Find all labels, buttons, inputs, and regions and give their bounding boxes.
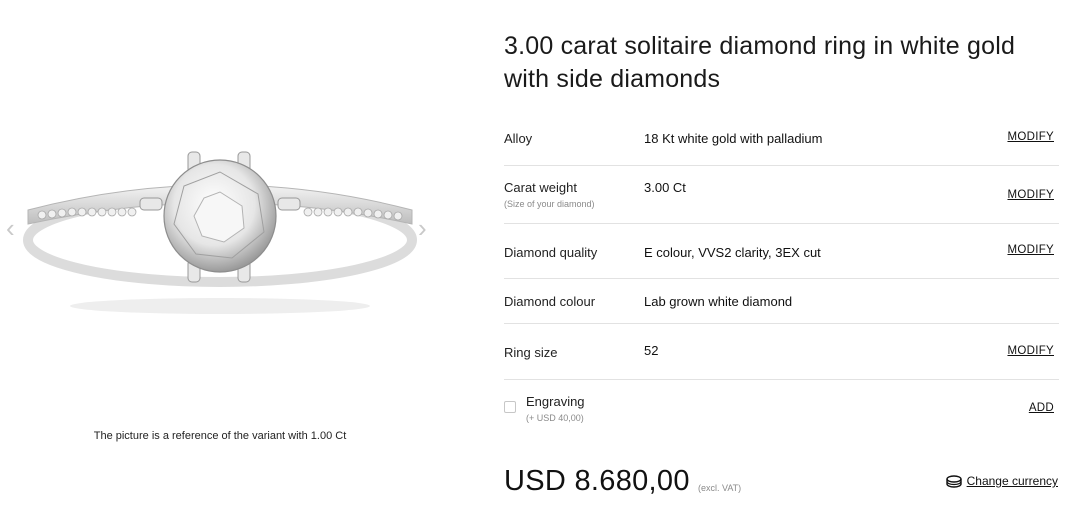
product-title: 3.00 carat solitaire diamond ring in whi… (504, 30, 1059, 96)
modify-ring-size-button[interactable]: MODIFY (1007, 345, 1054, 357)
modify-alloy-button[interactable]: MODIFY (1007, 131, 1054, 143)
title-line-1: 3.00 carat solitaire diamond ring in whi… (504, 32, 1016, 60)
chevron-left-icon[interactable]: ‹ (6, 215, 15, 241)
spec-label: Ring size (504, 345, 558, 360)
image-caption: The picture is a reference of the varian… (93, 430, 347, 442)
engraving-label: Engraving (526, 394, 585, 409)
spec-label: Diamond quality (504, 245, 598, 260)
spec-label: Alloy (504, 131, 533, 146)
spec-label: Carat weight (504, 180, 577, 195)
spec-row-alloy: Alloy 18 Kt white gold with palladium MO… (504, 112, 1059, 166)
spec-row-diamond-quality: Diamond quality E colour, VVS2 clarity, … (504, 224, 1059, 279)
add-engraving-button[interactable]: ADD (1029, 402, 1054, 414)
modify-carat-button[interactable]: MODIFY (1007, 189, 1054, 201)
spec-value: Lab grown white diamond (644, 294, 793, 309)
spec-value: 52 (644, 343, 659, 358)
engraving-checkbox[interactable] (504, 401, 516, 413)
spec-value: 18 Kt white gold with palladium (644, 131, 823, 146)
engraving-row: Engraving (+ USD 40,00) ADD (504, 380, 1059, 438)
chevron-right-icon[interactable]: › (418, 215, 427, 241)
spec-row-diamond-colour: Diamond colour Lab grown white diamond (504, 279, 1059, 324)
spec-label: Diamond colour (504, 294, 596, 309)
ring-image (23, 151, 417, 314)
product-gallery: ‹ › The picture is a reference of the va… (0, 0, 440, 513)
spec-value: E colour, VVS2 clarity, 3EX cut (644, 245, 821, 260)
coins-icon (945, 474, 962, 488)
product-price: USD 8.680,00 (504, 465, 690, 497)
modify-quality-button[interactable]: MODIFY (1007, 244, 1054, 256)
spec-sublabel: (Size of your diamond) (504, 199, 595, 209)
vat-note: (excl. VAT) (698, 483, 742, 493)
spec-value: 3.00 Ct (644, 180, 686, 195)
spec-table: Alloy 18 Kt white gold with palladium MO… (504, 112, 1059, 438)
product-details: 3.00 carat solitaire diamond ring in whi… (504, 0, 1059, 423)
spec-row-carat-weight: Carat weight (Size of your diamond) 3.00… (504, 166, 1059, 224)
engraving-price: (+ USD 40,00) (526, 413, 584, 423)
change-currency-label: Change currency (966, 474, 1058, 488)
spec-row-ring-size: Ring size 52 MODIFY (504, 324, 1059, 380)
title-line-2: with side diamonds (504, 65, 721, 93)
change-currency-link[interactable]: Change currency (945, 474, 1058, 488)
